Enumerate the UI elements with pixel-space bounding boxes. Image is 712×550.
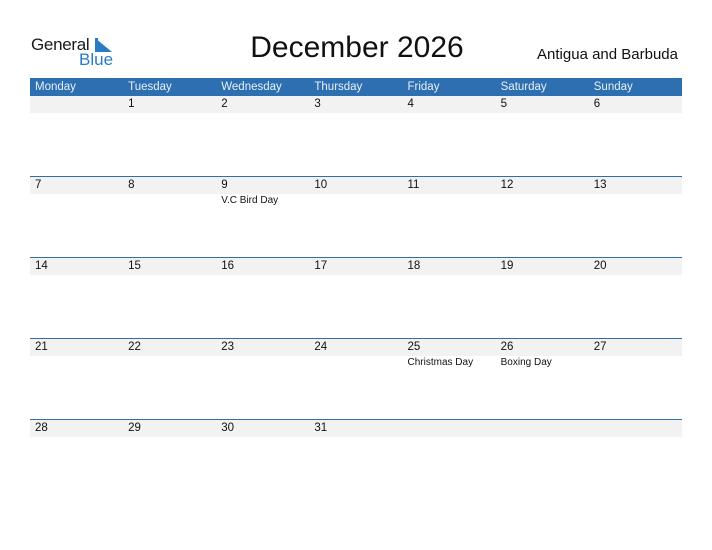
day-cell (496, 420, 589, 500)
day-number: 20 (593, 260, 607, 272)
day-number: 6 (593, 98, 601, 110)
day-number: 10 (314, 179, 328, 191)
week-row: 14 15 16 17 18 19 20 (30, 257, 682, 338)
day-number: 16 (221, 260, 235, 272)
day-number: 4 (407, 98, 414, 110)
week-days: 1 2 3 4 5 6 (30, 96, 682, 176)
day-cell: 20 (589, 258, 682, 338)
day-number: 13 (593, 179, 607, 191)
day-number: 18 (407, 260, 421, 272)
day-number: 3 (314, 98, 321, 110)
day-cell: 12 (496, 177, 589, 257)
day-cell: 30 (216, 420, 309, 500)
day-number: 21 (35, 341, 48, 353)
day-number: 25 (407, 341, 421, 353)
weekday-tuesday: Tuesday (128, 81, 172, 93)
day-cell: 17 (309, 258, 402, 338)
day-number: 30 (221, 422, 235, 434)
day-number: 5 (500, 98, 508, 110)
week-row: 1 2 3 4 5 6 (30, 96, 682, 176)
day-cell: 1 (123, 96, 216, 176)
day-number: 29 (128, 422, 141, 434)
week-days: 21 22 23 24 25 Christmas Day 26 Boxing Day 27 (30, 339, 682, 419)
day-cell (589, 420, 682, 500)
day-cell: 22 (123, 339, 216, 419)
country-name: Antigua and Barbuda (537, 46, 678, 63)
day-cell: 13 (589, 177, 682, 257)
day-cell: 4 (403, 96, 496, 176)
day-cell: 16 (216, 258, 309, 338)
day-number: 24 (314, 341, 328, 353)
month-year: December 2026 (250, 31, 464, 64)
week-days: 7 8 9 V.C Bird Day 10 11 12 13 (30, 177, 682, 257)
day-cell: 9 V.C Bird Day (216, 177, 309, 257)
day-number: 14 (35, 260, 48, 272)
day-number: 1 (128, 98, 135, 110)
weekday-saturday: Saturday (500, 81, 547, 93)
holiday-label: Christmas Day (407, 357, 474, 368)
day-number: 17 (314, 260, 328, 272)
day-number: 19 (500, 260, 514, 272)
day-cell: 24 (309, 339, 402, 419)
day-cell: 5 (496, 96, 589, 176)
day-cell: 31 (309, 420, 402, 500)
week-days: 28 29 30 31 (30, 420, 682, 500)
day-cell: 7 (30, 177, 123, 257)
day-number: 26 (500, 341, 514, 353)
day-cell: 23 (216, 339, 309, 419)
day-cell: 29 (123, 420, 216, 500)
day-cell: 19 (496, 258, 589, 338)
day-cell: 21 (30, 339, 123, 419)
day-cell: 27 (589, 339, 682, 419)
holiday-label: V.C Bird Day (221, 195, 279, 206)
weekday-sunday: Sunday (593, 81, 633, 93)
day-cell: 11 (403, 177, 496, 257)
holiday-label: Boxing Day (500, 357, 552, 368)
day-number: 27 (593, 341, 607, 353)
day-number: 31 (314, 422, 328, 434)
day-number: 7 (35, 179, 42, 191)
day-cell: 28 (30, 420, 123, 500)
day-cell: 2 (216, 96, 309, 176)
day-cell: 18 (403, 258, 496, 338)
day-cell: 3 (309, 96, 402, 176)
week-row: 21 22 23 24 25 Christmas Day 26 Boxing Day 27 (30, 338, 682, 419)
week-row: 7 8 9 V.C Bird Day 10 11 12 13 (30, 176, 682, 257)
day-number: 12 (500, 179, 514, 191)
day-number: 2 (221, 98, 228, 110)
day-cell: 26 Boxing Day (496, 339, 589, 419)
day-number: 23 (221, 341, 235, 353)
weekday-header: Monday Tuesday Wednesday Thursday Friday… (30, 78, 682, 96)
weekday-wednesday: Wednesday (221, 81, 282, 93)
day-cell: 8 (123, 177, 216, 257)
day-cell (403, 420, 496, 500)
day-number: 15 (128, 260, 141, 272)
week-days: 14 15 16 17 18 19 20 (30, 258, 682, 338)
day-number: 8 (128, 179, 135, 191)
day-number: 22 (128, 341, 141, 353)
day-cell: 25 Christmas Day (403, 339, 496, 419)
weekday-friday: Friday (407, 81, 440, 93)
day-cell: 15 (123, 258, 216, 338)
weekday-thursday: Thursday (314, 81, 363, 93)
day-cell: 6 (589, 96, 682, 176)
weekday-monday: Monday (35, 81, 76, 93)
day-number: 28 (35, 422, 48, 434)
day-cell (30, 96, 123, 176)
week-row: 28 29 30 31 (30, 419, 682, 500)
day-cell: 14 (30, 258, 123, 338)
day-number: 9 (221, 179, 228, 191)
day-cell: 10 (309, 177, 402, 257)
day-number: 11 (407, 179, 420, 191)
